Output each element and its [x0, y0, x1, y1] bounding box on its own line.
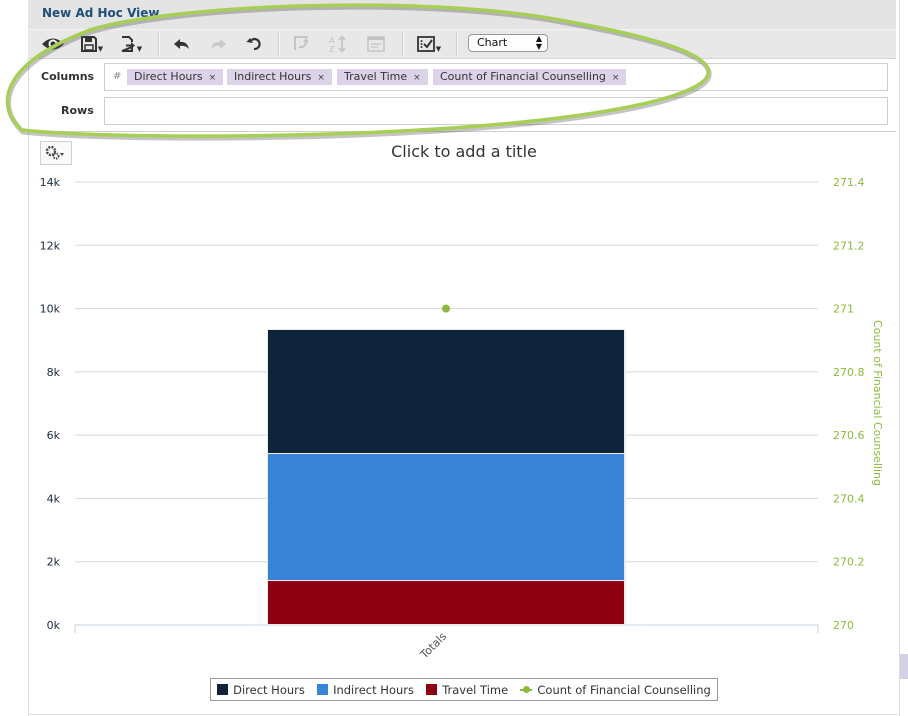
- left-axis-tick-label: 2k: [47, 556, 61, 569]
- legend-label: Indirect Hours: [333, 682, 414, 697]
- right-axis-title: Count of Financial Counselling: [871, 320, 884, 486]
- left-axis-tick-label: 6k: [47, 429, 61, 442]
- chart-plot: 0k 2k 4k 6k 8k 10k 12k 14k 270 270.2 270.4 270.6 270…: [40, 176, 884, 662]
- bar-segment-indirect-hours: [268, 454, 624, 581]
- legend-swatch: [317, 684, 329, 695]
- legend-label: Travel Time: [442, 682, 509, 697]
- left-axis-tick-label: 0k: [47, 619, 61, 632]
- line-point-count-of-financial-counselling: [442, 304, 450, 313]
- legend-swatch: [217, 684, 229, 695]
- side-panel-tab[interactable]: [900, 654, 908, 679]
- chart-legend: Direct Hours Indirect Hours Travel Time …: [210, 678, 718, 701]
- left-axis-tick-label: 4k: [47, 492, 61, 505]
- left-axis-tick-label: 12k: [40, 239, 61, 252]
- right-axis-tick-label: 270.6: [833, 429, 865, 442]
- right-axis-tick-label: 271: [833, 303, 854, 316]
- right-axis-tick-label: 270.8: [833, 366, 865, 379]
- x-axis-category-label: Totals: [417, 630, 449, 662]
- left-axis-tick-label: 10k: [40, 303, 61, 316]
- left-axis-tick-label: 14k: [40, 176, 61, 189]
- legend-item-count-of-financial-counselling[interactable]: Count of Financial Counselling: [520, 682, 711, 697]
- panel-bottom-border: [28, 714, 898, 715]
- right-axis-tick-label: 270.2: [833, 556, 865, 569]
- bar-segment-direct-hours: [268, 329, 624, 454]
- legend-label: Direct Hours: [233, 682, 305, 697]
- legend-item-direct-hours[interactable]: Direct Hours: [217, 683, 305, 697]
- right-axis-tick-label: 270.4: [833, 492, 865, 505]
- legend-label: Count of Financial Counselling: [537, 682, 711, 697]
- bar-segment-travel-time: [268, 581, 624, 624]
- legend-item-travel-time[interactable]: Travel Time: [426, 683, 508, 697]
- left-axis-tick-label: 8k: [47, 366, 61, 379]
- right-axis-tick-label: 271.2: [833, 239, 865, 252]
- legend-item-indirect-hours[interactable]: Indirect Hours: [317, 683, 414, 697]
- legend-swatch: [426, 684, 438, 695]
- right-axis-tick-label: 271.4: [833, 176, 865, 189]
- x-axis-line: [74, 624, 819, 633]
- legend-line-marker: [520, 684, 533, 695]
- right-axis-tick-label: 270: [833, 619, 854, 632]
